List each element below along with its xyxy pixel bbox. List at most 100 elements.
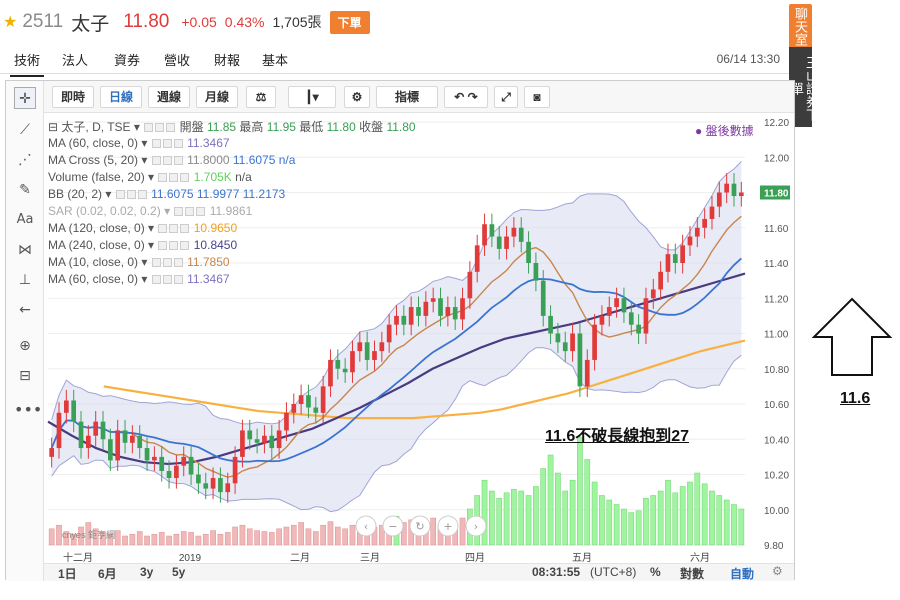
legend-indicator-name[interactable]: BB (20, 2) <box>48 187 102 201</box>
legend-indicator-value: 11.3467 <box>183 136 230 150</box>
range-6m[interactable]: 6月 <box>98 565 117 582</box>
legend-indicator-value: 11.9861 <box>206 204 253 218</box>
drawing-toolbar: ✛ ⟋ ⋰ ✎ Aa ⋈ ⊥ ← ⊕ ⊟ ••• <box>6 81 44 581</box>
arrow-label: 11.6 <box>840 390 871 407</box>
interval-realtime-button[interactable]: 即時 <box>52 86 94 108</box>
snapshot-camera-icon[interactable]: ◙ <box>524 86 550 108</box>
range-3y[interactable]: 3y <box>140 565 153 579</box>
tab-financials[interactable]: 財報 <box>210 50 244 75</box>
up-arrow-shape <box>811 297 893 376</box>
price-change-pct: 0.43% <box>224 14 265 30</box>
open-value: 11.85 <box>206 120 237 134</box>
datetime: 06/14 13:30 <box>716 52 780 66</box>
more-icon[interactable]: ••• <box>14 399 42 421</box>
legend-indicator-value: 11.6075 <box>147 187 194 201</box>
timezone: (UTC+8) <box>590 565 637 579</box>
crosshair-icon[interactable]: ✛ <box>14 87 36 109</box>
legend-indicator-value: 10.8450 <box>190 238 238 252</box>
legend-indicator-value: 11.7850 <box>183 255 230 269</box>
chart-bottom-bar: 1日 6月 3y 5y 08:31:55 (UTC+8) % 對數 自動 ⚙ <box>44 563 794 581</box>
high-value: 11.95 <box>266 120 296 134</box>
open-label: 開盤 <box>179 120 204 134</box>
range-5y[interactable]: 5y <box>172 565 185 579</box>
legend-indicator-name[interactable]: MA (60, close, 0) <box>48 136 138 150</box>
legend-indicator-value: 11.6075 <box>229 153 276 167</box>
tab-margin[interactable]: 資券 <box>110 50 144 75</box>
tab-technical[interactable]: 技術 <box>10 50 45 77</box>
last-price: 11.80 <box>123 11 170 32</box>
legend-row: SAR (0.02, 0.02, 0.2) ▾ 11.9861 <box>48 204 253 218</box>
indicators-button[interactable]: 指標 <box>376 86 438 108</box>
clock: 08:31:55 <box>532 565 581 579</box>
quote-header: ★ 2511 太子 11.80 +0.05 0.43% 1,705張 下單 <box>0 8 370 36</box>
legend-indicator-name[interactable]: MA (10, close, 0) <box>48 255 138 269</box>
legend-symbol-row: ⊟ 太子, D, TSE ▾ 開盤 11.85 最高 11.95 最低 11.8… <box>48 120 416 134</box>
auto-toggle[interactable]: 自動 <box>730 565 754 582</box>
favorite-star-icon[interactable]: ★ <box>3 12 17 32</box>
interval-monthly-button[interactable]: 月線 <box>196 86 238 108</box>
legend-indicator-name[interactable]: Volume (false, 20) <box>48 170 145 184</box>
text-tool-icon[interactable]: Aa <box>14 209 36 231</box>
brush-icon[interactable]: ✎ <box>14 179 36 201</box>
close-label: 收盤 <box>359 120 384 134</box>
legend-row: MA (120, close, 0) ▾ 10.9650 <box>48 221 238 235</box>
section-tabs: 技術 法人 資券 營收 財報 基本 06/14 13:30 <box>0 46 790 77</box>
zoom-icon[interactable]: ⊕ <box>14 335 36 357</box>
settings-gear-icon[interactable]: ⚙ <box>344 86 370 108</box>
chart-annotation: 11.6不破長線抱到27 <box>545 428 690 445</box>
low-value: 11.80 <box>326 120 356 134</box>
legend-row: MA (60, close, 0) ▾ 11.3467 <box>48 272 230 286</box>
legend-symbol: 太子, D, TSE <box>61 120 131 134</box>
stock-name: 太子 <box>71 13 110 35</box>
legend-indicator-value: 11.9977 <box>193 187 240 201</box>
legend-indicator-name[interactable]: MA (60, close, 0) <box>48 272 138 286</box>
collapse-icon[interactable]: ⊟ <box>48 120 58 134</box>
order-button[interactable]: 下單 <box>329 10 370 34</box>
undo-redo-icon[interactable]: ↶ ↷ <box>444 86 488 108</box>
legend-indicator-value: 10.9650 <box>190 221 238 235</box>
legend-indicator-name[interactable]: MA (120, close, 0) <box>48 221 145 235</box>
legend-indicator-value: 11.2173 <box>239 187 286 201</box>
pattern-icon[interactable]: ⋈ <box>14 239 36 261</box>
tab-basic[interactable]: 基本 <box>258 50 292 75</box>
low-label: 最低 <box>299 120 324 134</box>
legend-indicator-value: 11.8000 <box>183 153 230 167</box>
interval-daily-button[interactable]: 日線 <box>100 86 142 108</box>
volume: 1,705張 <box>272 14 322 30</box>
arrow-left-icon[interactable]: ← <box>14 299 36 321</box>
legend-indicator-value: n/a <box>231 170 252 184</box>
legend-row: MA Cross (5, 20) ▾ 11.8000 11.6075 n/a <box>48 153 296 167</box>
fullscreen-icon[interactable]: ⤢ <box>494 86 518 108</box>
legend-indicator-name[interactable]: MA Cross (5, 20) <box>48 153 138 167</box>
legend-indicator-value: 1.705K <box>190 170 232 184</box>
measure-icon[interactable]: ⊥ <box>14 269 36 291</box>
compare-icon[interactable]: ⚖ <box>246 86 276 108</box>
interval-weekly-button[interactable]: 週線 <box>148 86 190 108</box>
legend-indicator-name[interactable]: MA (240, close, 0) <box>48 238 145 252</box>
trend-line-icon[interactable]: ⟋ <box>14 119 36 141</box>
chart-settings-icon[interactable]: ⚙ <box>772 564 783 578</box>
candle-style-icon[interactable]: ┃▾ <box>288 86 336 108</box>
stock-code: 2511 <box>22 11 64 32</box>
range-1d[interactable]: 1日 <box>58 565 77 582</box>
high-label: 最高 <box>239 120 264 134</box>
ruler-icon[interactable]: ⊟ <box>14 365 36 387</box>
chat-room-tab[interactable]: 聊天室 <box>789 4 812 48</box>
chart-toolbar: 即時 日線 週線 月線 ⚖ ┃▾ ⚙ 指標 ↶ ↷ ⤢ ◙ <box>44 81 794 113</box>
tab-revenue[interactable]: 營收 <box>160 50 194 75</box>
close-value: 11.80 <box>386 120 416 134</box>
legend-row: BB (20, 2) ▾ 11.6075 11.9977 11.2173 <box>48 187 286 201</box>
legend-row: MA (10, close, 0) ▾ 11.7850 <box>48 255 230 269</box>
percent-toggle[interactable]: % <box>650 565 661 579</box>
legend-row: MA (240, close, 0) ▾ 10.8450 <box>48 238 238 252</box>
stock-app: ★ 2511 太子 11.80 +0.05 0.43% 1,705張 下單 技術… <box>0 0 900 600</box>
log-toggle[interactable]: 對數 <box>680 565 704 582</box>
legend-indicator-value: n/a <box>275 153 296 167</box>
legend-indicator-name[interactable]: SAR (0.02, 0.02, 0.2) <box>48 204 161 218</box>
legend-row: MA (60, close, 0) ▾ 11.3467 <box>48 136 230 150</box>
legend-row: Volume (false, 20) ▾ 1.705K n/a <box>48 170 252 184</box>
indicators-label: 指標 <box>394 90 419 104</box>
after-hours-data[interactable]: ● 盤後數據 <box>695 122 754 139</box>
tab-institutional[interactable]: 法人 <box>58 50 92 75</box>
fib-icon[interactable]: ⋰ <box>14 149 36 171</box>
